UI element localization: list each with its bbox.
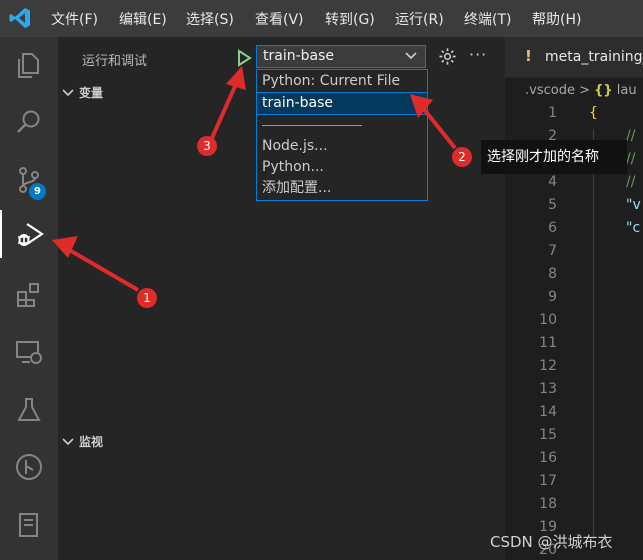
- watch-label: 监视: [79, 435, 104, 449]
- chevron-down-icon: [62, 88, 74, 96]
- line-number: 7: [548, 243, 557, 259]
- code-key: "v: [626, 197, 641, 213]
- vscode-logo-icon: [9, 8, 30, 28]
- activity-bar: 9: [0, 37, 58, 560]
- search-button[interactable]: [0, 98, 58, 146]
- menu-terminal[interactable]: 终端(T): [464, 9, 511, 29]
- variables-section-header[interactable]: 变量: [62, 84, 103, 101]
- testing-button[interactable]: [0, 386, 58, 434]
- notebook-icon: [19, 513, 38, 537]
- gear-icon[interactable]: [438, 47, 457, 66]
- line-number: 13: [539, 381, 557, 397]
- extensions-icon: [17, 283, 39, 307]
- line-number: 16: [539, 450, 557, 466]
- code-brace: {: [589, 105, 598, 121]
- panel-title: 运行和调试: [82, 54, 148, 69]
- menu-go[interactable]: 转到(G): [325, 9, 375, 29]
- editor-tab[interactable]: ! meta_training_: [505, 37, 643, 78]
- watch-section-header[interactable]: 监视: [62, 433, 103, 450]
- code-comment: //: [626, 128, 636, 144]
- chevron-down-icon: [405, 52, 417, 60]
- line-number: 11: [539, 335, 557, 351]
- annotation-step-3: 3: [197, 136, 217, 156]
- indent-guide: [593, 129, 594, 539]
- variables-label: 变量: [79, 86, 104, 100]
- annotation-callout: 选择刚才加的名称: [481, 140, 627, 174]
- menu-run[interactable]: 运行(R): [395, 9, 444, 29]
- editor-area: ! meta_training_ .vscode > {} lau 1 2 3 …: [505, 37, 643, 560]
- line-number: 6: [548, 220, 557, 236]
- dropdown-separator: [262, 125, 362, 126]
- breadcrumb: .vscode > {} lau: [525, 83, 637, 98]
- notebook-button[interactable]: [0, 501, 58, 549]
- annotation-step-1: 1: [137, 288, 157, 308]
- add-configuration-option[interactable]: 添加配置...: [257, 178, 427, 199]
- code-comment: //: [626, 174, 636, 190]
- line-number: 1: [548, 105, 557, 121]
- start-debugging-icon[interactable]: [234, 48, 254, 68]
- watermark: CSDN @洪城布衣: [490, 533, 613, 551]
- line-number: 18: [539, 496, 557, 512]
- menu-edit[interactable]: 编辑(E): [119, 9, 167, 29]
- line-number: 12: [539, 358, 557, 374]
- line-number: 15: [539, 427, 557, 443]
- selected-config: train-base: [263, 48, 335, 64]
- run-debug-panel: 运行和调试 train-base ··· 变量 监视 Python: Curre…: [58, 37, 505, 560]
- menu-view[interactable]: 查看(V): [255, 9, 304, 29]
- line-number: 8: [548, 266, 557, 282]
- breadcrumb-separator: >: [579, 83, 590, 98]
- debug-config-select[interactable]: train-base: [256, 45, 426, 68]
- file-warning-icon: !: [525, 47, 532, 65]
- debug-config-dropdown: Python: Current File train-base Node.js.…: [256, 69, 428, 201]
- tab-label: meta_training_: [545, 49, 643, 65]
- line-number: 17: [539, 473, 557, 489]
- line-number: 10: [539, 312, 557, 328]
- run-debug-icon: [18, 223, 44, 246]
- line-number: 14: [539, 404, 557, 420]
- line-number: 9: [548, 289, 557, 305]
- source-control-button[interactable]: 9: [0, 156, 58, 204]
- code-key: "c: [626, 220, 641, 236]
- explorer-button[interactable]: [0, 41, 58, 89]
- files-icon: [18, 53, 39, 78]
- git-graph-icon: [16, 454, 42, 480]
- json-file-icon: {}: [594, 83, 613, 98]
- config-option[interactable]: Node.js...: [257, 136, 427, 157]
- config-option[interactable]: Python: Current File: [257, 71, 427, 92]
- annotation-step-2: 2: [452, 147, 472, 167]
- extensions-button[interactable]: [0, 270, 58, 318]
- menu-bar: 文件(F) 编辑(E) 选择(S) 查看(V) 转到(G) 运行(R) 终端(T…: [0, 0, 643, 37]
- git-graph-button[interactable]: [0, 443, 58, 491]
- remote-explorer-icon: [16, 341, 42, 364]
- run-debug-button[interactable]: [0, 210, 58, 258]
- remote-explorer-button[interactable]: [0, 328, 58, 376]
- scm-badge: 9: [29, 183, 46, 200]
- menu-help[interactable]: 帮助(H): [532, 9, 581, 29]
- search-icon: [17, 110, 40, 133]
- config-option-selected[interactable]: train-base: [256, 92, 428, 115]
- line-number: 4: [548, 174, 557, 190]
- menu-file[interactable]: 文件(F): [51, 9, 98, 29]
- flask-icon: [17, 398, 41, 421]
- menu-selection[interactable]: 选择(S): [186, 9, 234, 29]
- breadcrumb-file[interactable]: lau: [617, 83, 637, 98]
- more-actions-icon[interactable]: ···: [469, 45, 487, 64]
- chevron-down-icon: [62, 437, 74, 445]
- code-comment: //: [626, 151, 636, 167]
- breadcrumb-folder[interactable]: .vscode: [525, 83, 575, 98]
- config-option[interactable]: Python...: [257, 157, 427, 178]
- line-number: 5: [548, 197, 557, 213]
